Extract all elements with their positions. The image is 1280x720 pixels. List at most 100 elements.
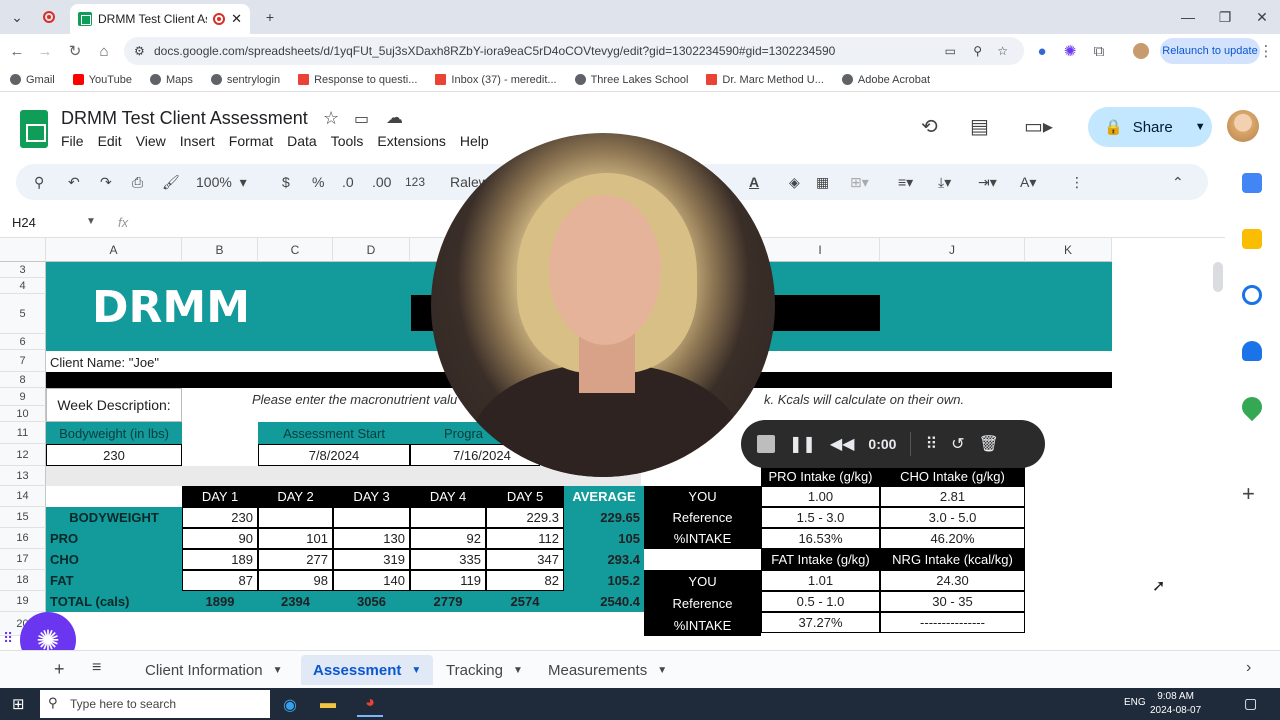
bookmark-three-lakes[interactable]: Three Lakes School (574, 74, 688, 86)
cho-you-value[interactable]: 2.81 (880, 486, 1025, 507)
sheet-tab-assessment[interactable]: Assessment ▼ (301, 655, 434, 685)
bookmark-gmail[interactable]: Gmail (10, 74, 55, 86)
row-header[interactable]: 5 (0, 294, 46, 334)
average-cell[interactable]: 229.65 (564, 507, 644, 528)
horizontal-align-icon[interactable]: ≡▾ (898, 172, 913, 192)
relaunch-to-update-button[interactable]: Relaunch to update (1160, 38, 1260, 64)
menu-format[interactable]: Format (229, 133, 273, 149)
zoom-icon[interactable]: ⚲ (973, 44, 982, 58)
edge-icon[interactable]: ◉ (283, 695, 297, 715)
increase-decimal-button[interactable]: .00 (372, 172, 391, 192)
average-cell[interactable]: 293.4 (564, 549, 644, 570)
table-cell[interactable]: 189 (182, 549, 258, 570)
bookmark-adobe[interactable]: Adobe Acrobat (841, 74, 930, 86)
text-rotation-icon[interactable]: A▾ (1020, 172, 1036, 192)
sheet-tab-tracking[interactable]: Tracking ▼ (434, 655, 535, 685)
collapse-toolbar-icon[interactable]: ⌃ (1172, 172, 1184, 192)
total-cell[interactable]: 2779 (410, 591, 486, 612)
row-header[interactable]: 15 (0, 507, 46, 528)
maximize-icon[interactable]: ❐ (1214, 6, 1236, 28)
drag-handle-icon[interactable]: ⠿ (925, 434, 937, 454)
redo-icon[interactable]: ↷ (100, 172, 112, 192)
text-wrapping-icon[interactable]: ⇥▾ (978, 172, 997, 192)
webcam-overlay[interactable] (431, 133, 775, 477)
recorder-extension-icon[interactable]: ✺ (1059, 40, 1081, 62)
keep-icon[interactable] (1242, 229, 1262, 249)
vertical-scrollbar-thumb[interactable] (1213, 262, 1223, 292)
nrg-pct-value[interactable]: --------------- (880, 612, 1025, 633)
more-options-icon[interactable]: ⋮ (1070, 172, 1084, 192)
select-all-corner[interactable] (0, 238, 46, 262)
version-history-icon[interactable]: ⟲ (921, 114, 938, 139)
column-header-b[interactable]: B (182, 238, 258, 262)
chrome-taskbar-icon[interactable]: ◕ (357, 691, 383, 717)
camera-permission-icon[interactable]: ▭ (945, 44, 956, 58)
table-cell[interactable]: 90 (182, 528, 258, 549)
pro-ref-value[interactable]: 1.5 - 3.0 (761, 507, 880, 528)
table-cell[interactable]: 347 (486, 549, 564, 570)
row-header[interactable]: 19 (0, 591, 46, 612)
maps-icon[interactable] (1237, 392, 1267, 422)
pro-you-value[interactable]: 1.00 (761, 486, 880, 507)
undo-icon[interactable]: ↶ (68, 172, 80, 192)
percent-format-button[interactable]: % (312, 172, 324, 192)
pause-icon[interactable]: ❚❚ (789, 434, 816, 454)
document-title[interactable]: DRMM Test Client Assessment (61, 108, 308, 129)
table-cell[interactable] (258, 507, 333, 528)
row-header[interactable]: 6 (0, 334, 46, 350)
row-header[interactable]: 10 (0, 406, 46, 422)
share-dropdown-icon[interactable]: ▼ (1195, 121, 1206, 133)
back-icon[interactable]: ← (6, 40, 28, 62)
bookmark-dr-marc[interactable]: Dr. Marc Method U... (706, 74, 824, 86)
tab-search-chevron-icon[interactable]: ⌄ (6, 6, 28, 28)
comments-icon[interactable]: ▤ (970, 114, 989, 139)
bookmark-inbox[interactable]: Inbox (37) - meredit... (435, 74, 557, 86)
zoom-select[interactable]: 100% ▾ (196, 172, 247, 192)
trash-icon[interactable]: 🗑 (979, 434, 999, 454)
row-header[interactable]: 18 (0, 570, 46, 591)
print-icon[interactable]: ⎙ (132, 172, 143, 192)
table-cell[interactable]: 119 (410, 570, 486, 591)
recording-tab-icon[interactable] (38, 6, 60, 28)
assessment-start-value[interactable]: 7/8/2024 (258, 444, 410, 466)
total-cell[interactable]: 3056 (333, 591, 410, 612)
fat-ref-value[interactable]: 0.5 - 1.0 (761, 591, 880, 612)
add-sheet-icon[interactable]: + (54, 659, 65, 680)
menu-insert[interactable]: Insert (180, 133, 215, 149)
tab-close-icon[interactable]: ✕ (231, 11, 242, 27)
share-button[interactable]: 🔒 Share ▼ (1088, 107, 1212, 147)
window-close-icon[interactable]: ✕ (1251, 6, 1273, 28)
bookmark-youtube[interactable]: YouTube (72, 74, 132, 86)
windows-start-icon[interactable]: ⊞ (12, 695, 25, 713)
menu-extensions[interactable]: Extensions (377, 133, 445, 149)
bookmark-maps[interactable]: Maps (149, 74, 193, 86)
number-format-button[interactable]: 123 (405, 172, 425, 192)
row-header[interactable]: 9 (0, 388, 46, 406)
browser-tab-active[interactable]: DRMM Test Client Assessm ✕ (70, 4, 250, 34)
cho-ref-value[interactable]: 3.0 - 5.0 (880, 507, 1025, 528)
nrg-you-value[interactable]: 24.30 (880, 570, 1025, 591)
total-cell[interactable]: 2394 (258, 591, 333, 612)
table-cell[interactable]: 277 (258, 549, 333, 570)
table-cell[interactable]: 229.3 (486, 507, 564, 528)
average-cell[interactable]: 2540.4 (564, 591, 644, 612)
language-indicator[interactable]: ENG (1124, 697, 1146, 708)
sheets-logo-icon[interactable] (20, 110, 48, 148)
expand-side-panel-icon[interactable]: › (1246, 659, 1251, 677)
calendar-icon[interactable] (1242, 173, 1262, 193)
row-header[interactable]: 4 (0, 278, 46, 294)
row-header[interactable]: 11 (0, 422, 46, 444)
nrg-ref-value[interactable]: 30 - 35 (880, 591, 1025, 612)
row-header[interactable]: 7 (0, 350, 46, 372)
extensions-puzzle-icon[interactable]: ⧉ (1088, 40, 1110, 62)
notifications-icon[interactable]: ▢ (1244, 695, 1257, 712)
add-addon-icon[interactable]: + (1242, 481, 1255, 507)
address-bar[interactable]: ⚙ docs.google.com/spreadsheets/d/1yqFUt_… (124, 37, 1024, 65)
row-header[interactable]: 3 (0, 262, 46, 278)
move-folder-icon[interactable]: ▭ (354, 109, 369, 129)
row-header[interactable]: 16 (0, 528, 46, 549)
all-sheets-icon[interactable]: ≡ (92, 659, 101, 677)
menu-data[interactable]: Data (287, 133, 317, 149)
column-header-c[interactable]: C (258, 238, 333, 262)
table-cell[interactable]: 319 (333, 549, 410, 570)
